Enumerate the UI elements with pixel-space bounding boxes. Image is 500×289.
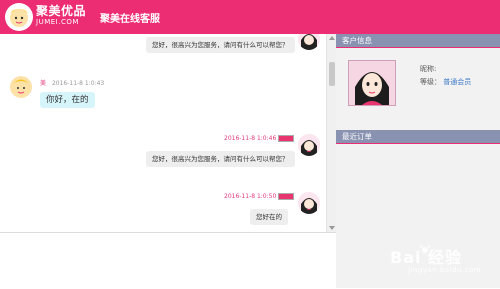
customer-avatar bbox=[10, 76, 32, 98]
customer-profile-image bbox=[348, 60, 396, 106]
level-row: 等级： 普通会员 bbox=[420, 77, 471, 87]
level-value: 普通会员 bbox=[443, 78, 472, 86]
timestamp-value: 2016-11-8 1:0:43 bbox=[51, 80, 105, 87]
divider bbox=[336, 47, 500, 48]
jumei-logo-icon bbox=[5, 3, 33, 31]
sender-tag-icon bbox=[278, 193, 295, 200]
scroll-up-icon[interactable] bbox=[329, 36, 335, 40]
timestamp-value: 2016-11-8 1:0:46 bbox=[224, 135, 277, 142]
agent-avatar bbox=[298, 34, 320, 50]
brand-name: 聚美优品 bbox=[36, 4, 87, 18]
level-label: 等级： bbox=[420, 78, 441, 86]
message-input[interactable] bbox=[0, 232, 336, 289]
scroll-thumb[interactable] bbox=[329, 62, 335, 86]
sender-tag-icon bbox=[278, 135, 295, 142]
customer-info-header: 客户信息 bbox=[336, 34, 500, 47]
page-title: 聚美在线客服 bbox=[100, 14, 160, 25]
message-timestamp: 2016-11-8 1:0:46 bbox=[224, 135, 295, 142]
scroll-down-icon[interactable] bbox=[329, 226, 335, 230]
brand-domain: JUMEI.COM bbox=[36, 18, 79, 26]
watermark-text: Bai 经验 bbox=[390, 248, 463, 267]
profile-avatar-icon bbox=[349, 61, 395, 105]
agent-message: 您好，很高兴为您服务，请问有什么可以帮您？ bbox=[146, 37, 295, 53]
sender-name: 美 bbox=[40, 80, 47, 87]
agent-message: 您好在的 bbox=[250, 209, 288, 225]
divider bbox=[336, 143, 500, 144]
header-bar: 聚美优品 JUMEI.COM 聚美在线客服 bbox=[0, 0, 500, 34]
agent-avatar bbox=[298, 134, 320, 156]
message-timestamp: 美 2016-11-8 1:0:43 bbox=[40, 78, 104, 87]
chat-history[interactable]: 您好，很高兴为您服务，请问有什么可以帮您？ 美 2016-11-8 1:0:43… bbox=[0, 34, 326, 232]
watermark-url: jingyan.baidu.com bbox=[408, 266, 482, 274]
agent-avatar bbox=[298, 192, 320, 214]
agent-message: 您好，很高兴为您服务，请问有什么可以帮您？ bbox=[146, 151, 295, 167]
recent-orders-header: 最近订单 bbox=[336, 130, 500, 143]
message-timestamp: 2016-11-8 1:0:50 bbox=[224, 193, 295, 200]
nickname-label: 昵称: bbox=[420, 65, 437, 73]
customer-message: 你好，在的 bbox=[40, 92, 95, 108]
timestamp-value: 2016-11-8 1:0:50 bbox=[224, 193, 277, 200]
